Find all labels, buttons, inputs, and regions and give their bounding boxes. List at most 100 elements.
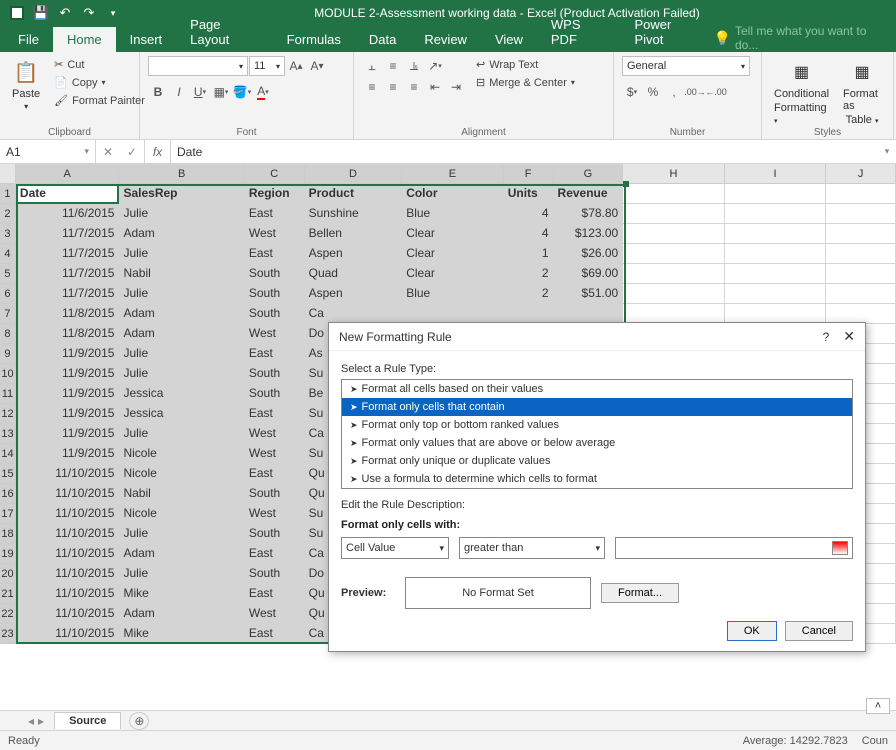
border-button[interactable]: ▦▾ xyxy=(211,82,231,102)
cell[interactable] xyxy=(623,304,725,324)
close-icon[interactable]: ✕ xyxy=(843,328,855,345)
cell[interactable]: 11/9/2015 xyxy=(16,344,120,364)
name-box[interactable]: A1 ▾ xyxy=(0,140,96,163)
row-header[interactable]: 11 xyxy=(0,384,16,404)
row-header[interactable]: 22 xyxy=(0,604,16,624)
cell[interactable]: 4 xyxy=(504,224,554,244)
cell[interactable]: Ca xyxy=(305,304,403,324)
cell[interactable] xyxy=(826,244,896,264)
cancel-formula-icon[interactable]: ✕ xyxy=(96,145,120,159)
cell[interactable] xyxy=(826,204,896,224)
cell[interactable]: Julie xyxy=(119,424,244,444)
cell[interactable]: Nabil xyxy=(119,264,244,284)
cell[interactable]: 11/10/2015 xyxy=(16,604,120,624)
align-bottom-icon[interactable]: ⫡ xyxy=(404,56,424,76)
cell[interactable]: West xyxy=(245,444,305,464)
row-header[interactable]: 17 xyxy=(0,504,16,524)
cell[interactable]: South xyxy=(245,284,305,304)
format-button[interactable]: Format... xyxy=(601,583,679,603)
cell[interactable]: Mike xyxy=(119,624,244,644)
cell[interactable]: Julie xyxy=(119,204,244,224)
formula-input[interactable]: Date xyxy=(171,140,878,163)
row-header[interactable]: 6 xyxy=(0,284,16,304)
col-header-A[interactable]: A xyxy=(16,164,120,184)
tab-page-layout[interactable]: Page Layout xyxy=(176,12,273,52)
cell[interactable] xyxy=(623,264,725,284)
font-size-combo[interactable]: 11▾ xyxy=(249,56,285,76)
cell[interactable]: West xyxy=(245,504,305,524)
dialog-titlebar[interactable]: New Formatting Rule ? ✕ xyxy=(329,323,865,351)
col-header-C[interactable]: C xyxy=(245,164,305,184)
align-left-icon[interactable]: ≡ xyxy=(362,77,382,97)
rule-type-item[interactable]: ➤Use a formula to determine which cells … xyxy=(342,470,852,488)
cell[interactable]: Nicole xyxy=(119,444,244,464)
cell[interactable] xyxy=(826,264,896,284)
cell[interactable]: Nicole xyxy=(119,504,244,524)
cell[interactable]: Quad xyxy=(305,264,403,284)
cell[interactable]: Date xyxy=(16,184,120,204)
cell[interactable] xyxy=(725,304,827,324)
cell[interactable] xyxy=(826,184,896,204)
cell[interactable]: West xyxy=(245,424,305,444)
cell[interactable] xyxy=(725,264,827,284)
cell[interactable]: East xyxy=(245,244,305,264)
paste-button[interactable]: 📋 Paste ▾ xyxy=(8,56,44,137)
rule-type-item[interactable]: ➤Format only values that are above or be… xyxy=(342,434,852,452)
cell[interactable]: West xyxy=(245,224,305,244)
col-header-I[interactable]: I xyxy=(725,164,827,184)
cell[interactable]: SalesRep xyxy=(119,184,244,204)
cell[interactable]: Clear xyxy=(402,244,504,264)
row-header[interactable]: 18 xyxy=(0,524,16,544)
cell[interactable]: South xyxy=(245,364,305,384)
cell[interactable] xyxy=(623,184,725,204)
cell[interactable]: Julie xyxy=(119,344,244,364)
row-header[interactable]: 21 xyxy=(0,584,16,604)
cell[interactable]: Region xyxy=(245,184,305,204)
nav-prev-icon[interactable]: ▸ xyxy=(38,714,44,728)
cell[interactable]: Blue xyxy=(402,284,504,304)
cut-button[interactable]: ✂Cut xyxy=(50,56,149,73)
cell[interactable]: East xyxy=(245,204,305,224)
cell[interactable]: 11/9/2015 xyxy=(16,404,120,424)
col-header-B[interactable]: B xyxy=(119,164,244,184)
cell[interactable]: Adam xyxy=(119,604,244,624)
format-painter-button[interactable]: 🖌Format Painter xyxy=(50,92,149,109)
fill-color-button[interactable]: 🪣▾ xyxy=(232,82,252,102)
row-header[interactable]: 12 xyxy=(0,404,16,424)
operator-combo[interactable]: greater than▾ xyxy=(459,537,605,559)
cell[interactable] xyxy=(623,284,725,304)
col-header-E[interactable]: E xyxy=(402,164,504,184)
row-header[interactable]: 10 xyxy=(0,364,16,384)
range-picker-icon[interactable] xyxy=(832,541,848,555)
cell[interactable]: South xyxy=(245,564,305,584)
cell[interactable]: $78.80 xyxy=(554,204,624,224)
tab-review[interactable]: Review xyxy=(410,27,481,52)
cell[interactable]: Aspen xyxy=(305,284,403,304)
cell[interactable]: 11/7/2015 xyxy=(16,244,120,264)
row-header[interactable]: 19 xyxy=(0,544,16,564)
cell[interactable] xyxy=(725,284,827,304)
cell[interactable]: East xyxy=(245,344,305,364)
cell[interactable]: Julie xyxy=(119,284,244,304)
cell[interactable]: West xyxy=(245,324,305,344)
cell[interactable]: Adam xyxy=(119,224,244,244)
merge-center-button[interactable]: ⊟Merge & Center▾ xyxy=(472,74,579,91)
cell[interactable] xyxy=(826,224,896,244)
cell[interactable]: Julie xyxy=(119,564,244,584)
row-header[interactable]: 23 xyxy=(0,624,16,644)
help-icon[interactable]: ? xyxy=(823,330,830,344)
cell[interactable]: 11/9/2015 xyxy=(16,384,120,404)
cell[interactable]: South xyxy=(245,384,305,404)
cell[interactable]: East xyxy=(245,464,305,484)
new-sheet-button[interactable]: ⊕ xyxy=(129,712,149,730)
cell[interactable]: 11/10/2015 xyxy=(16,484,120,504)
percent-format-icon[interactable]: % xyxy=(643,82,663,102)
orientation-icon[interactable]: ↗▾ xyxy=(425,56,445,76)
cell[interactable]: Revenue xyxy=(554,184,624,204)
row-header[interactable]: 7 xyxy=(0,304,16,324)
cell[interactable]: East xyxy=(245,584,305,604)
row-header[interactable]: 9 xyxy=(0,344,16,364)
tab-insert[interactable]: Insert xyxy=(116,27,177,52)
cell[interactable] xyxy=(826,284,896,304)
enter-formula-icon[interactable]: ✓ xyxy=(120,145,144,159)
